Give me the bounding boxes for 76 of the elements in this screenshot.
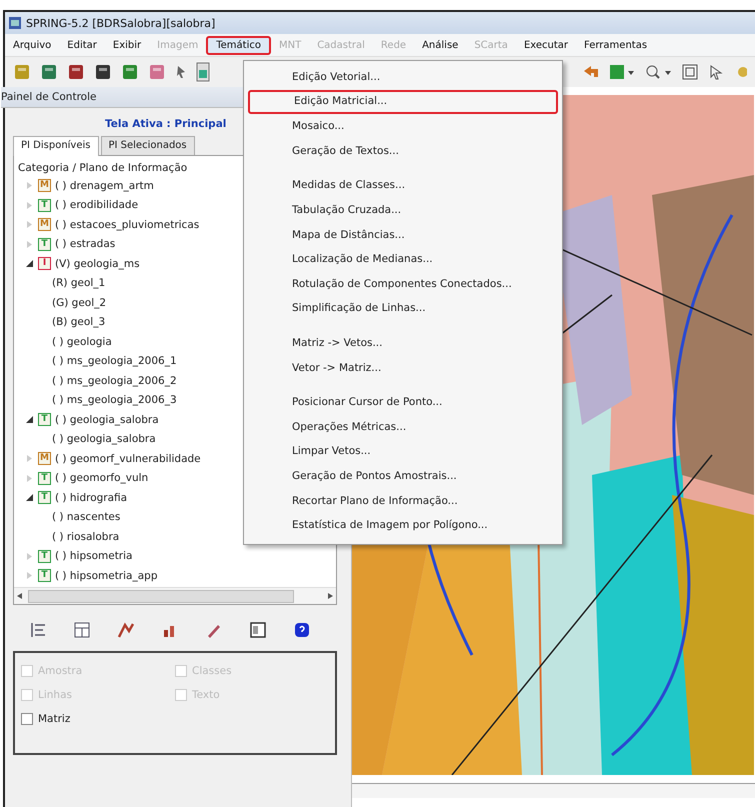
collapse-icon[interactable] — [26, 494, 32, 502]
tree-item[interactable]: ( ) ms_geologia_2006_1 — [52, 355, 177, 368]
collapse-icon[interactable] — [26, 260, 32, 268]
layer-type-icon: M — [38, 218, 51, 232]
menu-item[interactable]: Estatística de Imagem por Polígono... — [248, 513, 558, 538]
tree-header: Categoria / Plano de Informação — [17, 161, 188, 176]
collapse-icon[interactable] — [26, 416, 32, 424]
menu-item[interactable]: Análise — [414, 38, 466, 52]
tree-item[interactable]: ( ) geologia — [52, 336, 112, 348]
menu-item[interactable]: Exibir — [104, 38, 150, 52]
help-icon[interactable] — [293, 621, 311, 639]
tree-item[interactable]: ( ) geomorfo_vuln — [55, 472, 148, 484]
tree-item[interactable]: ( ) riosalobra — [52, 530, 120, 543]
menu-item[interactable]: Recortar Plano de Informação... — [248, 488, 558, 514]
tree-item[interactable]: ( ) hidrografia — [55, 492, 128, 504]
menu-item[interactable]: Temático — [206, 36, 271, 54]
menu-item[interactable]: Mapa de Distâncias... — [248, 222, 558, 248]
menu-item[interactable]: Arquivo — [5, 38, 60, 52]
tree-item[interactable]: ( ) estradas — [55, 238, 116, 250]
layer-type-icon: T — [38, 413, 51, 426]
list-icon[interactable] — [29, 621, 47, 639]
tab[interactable]: PI Disponíveis — [13, 136, 98, 156]
tree-item[interactable]: ( ) nascentes — [52, 511, 120, 524]
layer-type-icon: M — [38, 179, 51, 192]
tree-item[interactable]: ( ) erodibilidade — [55, 199, 138, 212]
tree-item[interactable]: ( ) hipsometria — [55, 550, 132, 562]
layer-type-icon: T — [38, 569, 51, 582]
menu-item[interactable]: Localização de Medianas... — [248, 247, 558, 272]
menu-item[interactable]: Editar — [59, 38, 105, 52]
checkbox[interactable] — [21, 713, 33, 725]
tree-item[interactable]: ( ) estacoes_pluviometricas — [55, 218, 200, 231]
pointer-icon[interactable] — [175, 63, 187, 81]
menu-item[interactable]: Operações Métricas... — [248, 414, 558, 440]
tree-item[interactable]: (B) geol_3 — [52, 316, 106, 328]
tree-item[interactable]: ( ) drenagem_artm — [55, 180, 154, 192]
table-icon[interactable] — [73, 621, 91, 639]
menu-item[interactable]: Geração de Pontos Amostrais... — [248, 464, 558, 488]
menu-item[interactable]: Vetor -> Matriz... — [248, 356, 558, 380]
menu-item[interactable]: Executar — [516, 38, 576, 52]
window-title: SPRING-5.2 [BDRSalobra][salobra] — [26, 16, 216, 30]
menu-item[interactable]: Rotulação de Componentes Conectados... — [248, 272, 558, 296]
app-icon — [9, 17, 21, 29]
window-icon[interactable] — [249, 621, 267, 639]
menu-item[interactable]: Medidas de Classes... — [248, 173, 558, 198]
checkbox-label: Matriz — [38, 713, 70, 725]
tree-item[interactable]: ( ) ms_geologia_2006_2 — [52, 374, 177, 387]
tab[interactable]: PI Selecionados — [100, 136, 195, 155]
menu-item[interactable]: Posicionar Cursor de Ponto... — [248, 390, 558, 415]
tree-item[interactable]: (G) geol_2 — [52, 296, 106, 309]
menu-item[interactable]: Edição Vetorial... — [248, 65, 558, 90]
layer-type-icon: T — [38, 550, 51, 563]
menu-item[interactable]: Edição Matricial... — [248, 90, 558, 114]
menu-item[interactable]: Matriz -> Vetos... — [248, 330, 558, 356]
tree-item[interactable]: (V) geologia_ms — [55, 258, 140, 270]
horizontal-scrollbar[interactable] — [14, 587, 336, 604]
tree-item[interactable]: ( ) geologia_salobra — [55, 414, 159, 426]
menu-item[interactable]: Mosaico... — [248, 114, 558, 139]
menu-item[interactable]: Ferramentas — [576, 38, 656, 52]
menu-item[interactable]: Simplificação de Linhas... — [248, 296, 558, 321]
tree-item[interactable]: ( ) hipsometria_app — [55, 570, 158, 582]
layer-type-icon: I — [38, 257, 51, 270]
zoom-icon[interactable] — [644, 63, 672, 81]
tree-item[interactable]: ( ) ms_geologia_2006_3 — [52, 394, 177, 406]
tree-item[interactable]: ( ) geomorf_vulnerabilidade — [55, 452, 201, 465]
tree-item[interactable]: ( ) geologia_salobra — [52, 433, 156, 446]
cursor-icon[interactable] — [708, 63, 724, 81]
tree-item[interactable]: (R) geol_1 — [52, 277, 106, 290]
menu-item[interactable]: Tabulação Cruzada... — [248, 198, 558, 223]
active-screen-label: Tela Ativa : Principal — [105, 118, 226, 130]
menu-item[interactable]: Limpar Vetos... — [248, 439, 558, 464]
menu-item[interactable]: Geração de Textos... — [248, 138, 558, 164]
layer-type-icon: T — [38, 491, 51, 504]
layer-type-icon: T — [38, 472, 51, 485]
layer-type-icon: T — [38, 198, 51, 212]
layer-type-icon: T — [38, 238, 51, 251]
layer-type-icon: M — [38, 452, 51, 466]
